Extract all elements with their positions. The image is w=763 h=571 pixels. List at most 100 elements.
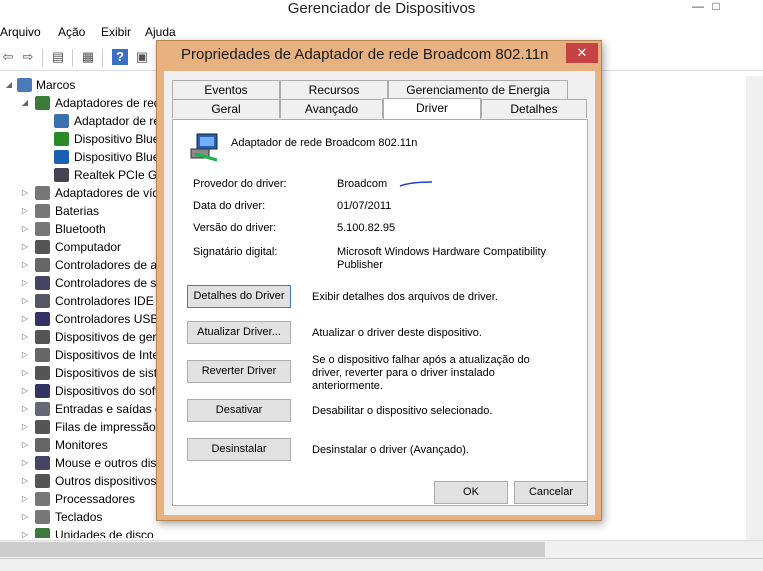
dialog-client: Eventos Recursos Gerenciamento de Energi…	[164, 71, 595, 515]
menu-arquivo[interactable]: Arquivo	[0, 25, 41, 39]
device-category-icon	[54, 150, 69, 164]
uninstall-button[interactable]: Desinstalar	[187, 438, 291, 461]
maximize-button[interactable]: □	[709, 0, 723, 16]
expand-icon[interactable]: ▷	[20, 184, 30, 202]
horizontal-scrollbar[interactable]	[0, 540, 763, 558]
expand-icon[interactable]: ▷	[20, 328, 30, 346]
device-category-icon	[35, 456, 50, 470]
network-adapter-icon	[190, 133, 218, 162]
tree-item-label: Realtek PCIe GBE	[74, 168, 160, 182]
expand-icon[interactable]: ▷	[20, 256, 30, 274]
tree-item-label: Dispositivo Bluetooth	[74, 132, 160, 146]
device-category-icon	[35, 474, 50, 488]
expand-icon[interactable]: ▷	[20, 454, 30, 472]
tab-gerenciamento-energia[interactable]: Gerenciamento de Energia	[388, 80, 568, 99]
tree-item-label: Processadores	[55, 492, 136, 506]
device-category-icon	[35, 330, 50, 344]
tree-item-label: Monitores	[55, 438, 108, 452]
driver-details-button[interactable]: Detalhes do Driver	[187, 285, 291, 308]
expand-icon[interactable]: ▷	[20, 220, 30, 238]
tab-avancado[interactable]: Avançado	[280, 99, 383, 118]
expand-icon[interactable]: ▷	[20, 508, 30, 526]
help-icon[interactable]: ?	[112, 49, 128, 65]
device-category-icon	[35, 348, 50, 362]
device-category-icon	[35, 294, 50, 308]
dialog-title: Propriedades de Adaptador de rede Broadc…	[181, 46, 549, 63]
window-title: Gerenciador de Dispositivos	[287, 0, 476, 17]
tab-recursos[interactable]: Recursos	[280, 80, 388, 99]
device-name: Adaptador de rede Broadcom 802.11n	[231, 137, 418, 149]
vertical-scrollbar[interactable]	[746, 76, 763, 540]
status-bar	[0, 558, 763, 571]
expand-icon[interactable]: ▷	[20, 382, 30, 400]
expand-icon[interactable]: ▷	[20, 418, 30, 436]
tree-item-label: Teclados	[55, 510, 103, 524]
device-category-icon	[35, 528, 50, 538]
rollback-driver-desc: Se o dispositivo falhar após a atualizaç…	[312, 354, 530, 392]
driver-details-desc: Exibir detalhes dos arquivos de driver.	[312, 291, 498, 303]
tab-driver[interactable]: Driver	[383, 98, 481, 119]
tab-eventos[interactable]: Eventos	[172, 80, 280, 99]
ok-button[interactable]: OK	[434, 481, 508, 504]
device-category-icon	[54, 132, 69, 146]
expand-icon[interactable]: ▷	[20, 238, 30, 256]
disable-desc: Desabilitar o dispositivo selecionado.	[312, 405, 493, 417]
device-tree: ◢ Marcos ◢ Adaptadores de rede Adaptador d…	[0, 76, 160, 538]
expand-icon[interactable]: ▷	[20, 490, 30, 508]
device-category-icon	[35, 384, 50, 398]
monitor-icon[interactable]: ▣	[134, 49, 150, 65]
collapse-icon[interactable]: ◢	[20, 94, 30, 112]
expand-icon[interactable]: ▷	[20, 310, 30, 328]
update-driver-button[interactable]: Atualizar Driver...	[187, 321, 291, 344]
tree-item-label: Adaptador de rede Broadcom 802.11n	[74, 114, 160, 128]
tree-item-label: Filas de impressão	[55, 420, 156, 434]
minimize-button[interactable]: —	[688, 0, 708, 16]
expand-icon[interactable]: ▷	[20, 202, 30, 220]
expand-icon[interactable]: ▷	[20, 274, 30, 292]
disable-button[interactable]: Desativar	[187, 399, 291, 422]
tree-item-label: Entradas e saídas de áudio	[55, 402, 160, 416]
tree-item-label: Dispositivos de geração	[55, 330, 160, 344]
cancel-button[interactable]: Cancelar	[514, 481, 588, 504]
expand-icon[interactable]: ▷	[20, 472, 30, 490]
tree-item-label: Outros dispositivos	[55, 474, 157, 488]
computer-icon	[17, 78, 32, 92]
horizontal-scroll-thumb[interactable]	[0, 542, 545, 557]
tree-item-label: Dispositivos do software	[55, 384, 160, 398]
label-data: Data do driver:	[193, 200, 266, 212]
title-bar: Gerenciador de Dispositivos — □	[0, 0, 763, 22]
collapse-icon[interactable]: ◢	[4, 76, 14, 94]
uninstall-desc: Desinstalar o driver (Avançado).	[312, 444, 469, 456]
properties-icon[interactable]: ▤	[50, 49, 66, 65]
label-signatario: Signatário digital:	[193, 246, 278, 258]
expand-icon[interactable]: ▷	[20, 436, 30, 454]
back-arrow-icon[interactable]: ⇦	[0, 49, 16, 65]
device-category-icon	[35, 438, 50, 452]
tab-detalhes[interactable]: Detalhes	[481, 99, 587, 118]
device-category-icon	[54, 168, 69, 182]
tab-geral[interactable]: Geral	[172, 99, 280, 118]
tree-item-label: Dispositivo Bluetooth	[74, 150, 160, 164]
tree-item-label: Controladores USB	[55, 312, 159, 326]
expand-icon[interactable]: ▷	[20, 526, 30, 538]
tree-item-label: Dispositivos de Interface	[55, 348, 160, 362]
forward-arrow-icon[interactable]: ⇨	[20, 49, 36, 65]
label-versao: Versão do driver:	[193, 222, 277, 234]
menu-exibir[interactable]: Exibir	[101, 25, 131, 39]
expand-icon[interactable]: ▷	[20, 292, 30, 310]
device-category-icon	[35, 186, 50, 200]
value-provedor: Broadcom	[337, 178, 388, 190]
view-icon[interactable]: ▦	[80, 49, 96, 65]
device-category-icon	[35, 492, 50, 506]
tree-item-label: Adaptadores de rede	[55, 96, 160, 110]
menu-acao[interactable]: Ação	[58, 25, 85, 39]
expand-icon[interactable]: ▷	[20, 364, 30, 382]
menu-ajuda[interactable]: Ajuda	[145, 25, 176, 39]
device-category-icon	[35, 312, 50, 326]
expand-icon[interactable]: ▷	[20, 346, 30, 364]
dialog-close-button[interactable]: ✕	[566, 43, 598, 63]
expand-icon[interactable]: ▷	[20, 400, 30, 418]
tree-item-label: Bluetooth	[55, 222, 106, 236]
rollback-driver-button[interactable]: Reverter Driver	[187, 360, 291, 383]
blue-scribble-mark	[399, 181, 433, 187]
